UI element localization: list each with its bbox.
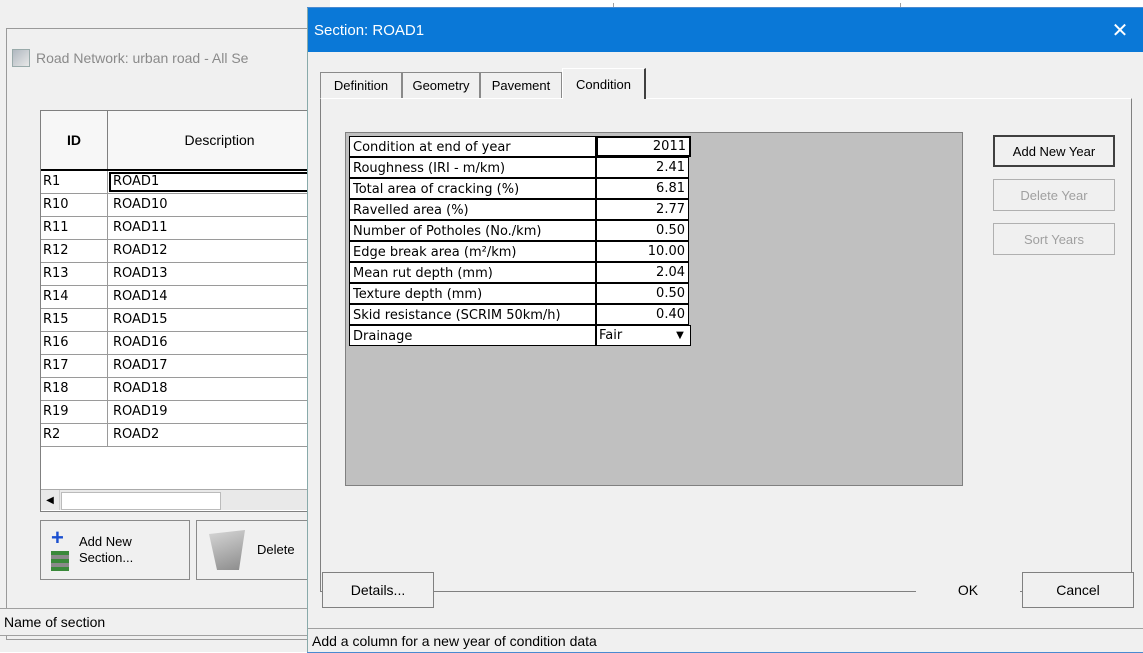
cell-id: R11 bbox=[43, 220, 69, 235]
drainage-select[interactable]: Fair ▼ bbox=[596, 325, 691, 346]
condition-data-area: Condition at end of year 2011 Roughness … bbox=[345, 132, 963, 486]
grid-rows: R1 ROAD1 R10 ROAD10 R11 ROAD11 R12 ROAD12 R1… bbox=[41, 171, 331, 447]
sections-grid[interactable]: ID Description R1 ROAD1 R10 ROAD10 R11 ROAD… bbox=[40, 110, 332, 512]
section-dialog: Section: ROAD1 ✕ Definition Geometry Pav… bbox=[308, 8, 1143, 652]
cell-description: ROAD2 bbox=[113, 427, 160, 442]
drainage-value: Fair bbox=[599, 328, 623, 343]
cell-description: ROAD14 bbox=[113, 289, 168, 304]
row-label: Roughness (IRI - m/km) bbox=[349, 157, 597, 178]
column-header-description[interactable]: Description bbox=[108, 111, 331, 169]
scroll-left-icon[interactable]: ◀ bbox=[41, 490, 60, 510]
cell-description: ROAD16 bbox=[113, 335, 168, 350]
delete-label: Delete bbox=[257, 542, 295, 557]
table-row[interactable]: R19 ROAD19 bbox=[41, 401, 331, 424]
add-road-icon: + bbox=[51, 527, 69, 571]
cell-description: ROAD12 bbox=[113, 243, 168, 258]
delete-year-button[interactable]: Delete Year bbox=[993, 179, 1115, 211]
add-section-label-line2: Section... bbox=[79, 550, 134, 565]
condition-tab-panel: Condition at end of year 2011 Roughness … bbox=[320, 98, 1132, 592]
cell-id: R12 bbox=[43, 243, 69, 258]
row-label: Number of Potholes (No./km) bbox=[349, 220, 597, 241]
cell-id: R18 bbox=[43, 381, 69, 396]
cancel-button[interactable]: Cancel bbox=[1022, 572, 1134, 608]
cell-id: R10 bbox=[43, 197, 69, 212]
add-new-section-button[interactable]: + Add New Section... bbox=[40, 520, 190, 580]
add-section-label: Add New Section... bbox=[79, 534, 133, 566]
cell-description: ROAD10 bbox=[113, 197, 168, 212]
cell-id: R1 bbox=[43, 174, 61, 189]
dialog-title: Section: ROAD1 bbox=[314, 21, 425, 39]
horizontal-scrollbar[interactable]: ◀ bbox=[41, 489, 331, 510]
cracking-field[interactable]: 6.81 bbox=[596, 178, 689, 199]
trash-icon bbox=[209, 530, 245, 570]
row-label: Mean rut depth (mm) bbox=[349, 262, 597, 283]
cell-description: ROAD18 bbox=[113, 381, 168, 396]
row-label: Skid resistance (SCRIM 50km/h) bbox=[349, 304, 597, 325]
cell-id: R14 bbox=[43, 289, 69, 304]
cell-id: R13 bbox=[43, 266, 69, 281]
ok-button[interactable]: OK bbox=[916, 572, 1020, 608]
row-label: Drainage bbox=[349, 325, 597, 346]
cell-description: ROAD17 bbox=[113, 358, 168, 373]
column-header-id[interactable]: ID bbox=[41, 111, 108, 169]
window-title-text: Road Network: urban road - All Se bbox=[36, 50, 249, 66]
cell-description: ROAD13 bbox=[113, 266, 168, 281]
cell-description[interactable]: ROAD1 bbox=[109, 172, 327, 192]
table-row[interactable]: R17 ROAD17 bbox=[41, 355, 331, 378]
cell-id: R16 bbox=[43, 335, 69, 350]
tab-condition[interactable]: Condition bbox=[562, 68, 646, 99]
cell-id: R15 bbox=[43, 312, 69, 327]
tab-definition[interactable]: Definition bbox=[320, 72, 402, 98]
dialog-status-bar: Add a column for a new year of condition… bbox=[308, 628, 1143, 653]
table-row[interactable]: R11 ROAD11 bbox=[41, 217, 331, 240]
ravelled-field[interactable]: 2.77 bbox=[596, 199, 689, 220]
status-text: Name of section bbox=[4, 614, 106, 630]
table-row[interactable]: R2 ROAD2 bbox=[41, 424, 331, 447]
cell-description: ROAD19 bbox=[113, 404, 168, 419]
chevron-down-icon[interactable]: ▼ bbox=[672, 328, 688, 343]
table-row[interactable]: R1 ROAD1 bbox=[41, 171, 331, 194]
add-section-label-line1: Add New bbox=[79, 534, 132, 549]
sort-years-button[interactable]: Sort Years bbox=[993, 223, 1115, 255]
cell-description: ROAD11 bbox=[113, 220, 168, 235]
tab-pavement[interactable]: Pavement bbox=[480, 72, 562, 98]
details-button[interactable]: Details... bbox=[322, 572, 434, 608]
table-row[interactable]: R10 ROAD10 bbox=[41, 194, 331, 217]
row-label: Total area of cracking (%) bbox=[349, 178, 597, 199]
cell-id: R2 bbox=[43, 427, 61, 442]
table-row[interactable]: R15 ROAD15 bbox=[41, 309, 331, 332]
add-new-year-button[interactable]: Add New Year bbox=[993, 135, 1115, 167]
cell-id: R19 bbox=[43, 404, 69, 419]
edge-break-field[interactable]: 10.00 bbox=[596, 241, 689, 262]
row-label: Ravelled area (%) bbox=[349, 199, 597, 220]
row-label: Texture depth (mm) bbox=[349, 283, 597, 304]
table-row[interactable]: R13 ROAD13 bbox=[41, 263, 331, 286]
close-icon[interactable]: ✕ bbox=[1097, 8, 1143, 52]
row-label: Edge break area (m²/km) bbox=[349, 241, 597, 262]
roughness-field[interactable]: 2.41 bbox=[596, 157, 689, 178]
road-network-title: Road Network: urban road - All Se bbox=[12, 46, 322, 70]
cell-description: ROAD15 bbox=[113, 312, 168, 327]
grid-header: ID Description bbox=[41, 111, 331, 171]
app-icon bbox=[12, 49, 30, 67]
dialog-status-text: Add a column for a new year of condition… bbox=[312, 633, 597, 649]
tab-geometry[interactable]: Geometry bbox=[402, 72, 480, 98]
scrollbar-thumb[interactable] bbox=[61, 492, 221, 510]
table-row[interactable]: R16 ROAD16 bbox=[41, 332, 331, 355]
table-row[interactable]: R14 ROAD14 bbox=[41, 286, 331, 309]
rut-depth-field[interactable]: 2.04 bbox=[596, 262, 689, 283]
potholes-field[interactable]: 0.50 bbox=[596, 220, 689, 241]
road-network-window: Road Network: urban road - All Se ID Des… bbox=[0, 0, 336, 652]
skid-resistance-field[interactable]: 0.40 bbox=[596, 304, 689, 325]
cell-id: R17 bbox=[43, 358, 69, 373]
dialog-titlebar[interactable]: Section: ROAD1 ✕ bbox=[308, 8, 1143, 52]
year-field[interactable]: 2011 bbox=[596, 136, 691, 157]
table-row[interactable]: R18 ROAD18 bbox=[41, 378, 331, 401]
row-label: Condition at end of year bbox=[349, 136, 597, 157]
status-bar: Name of section bbox=[0, 608, 334, 636]
texture-depth-field[interactable]: 0.50 bbox=[596, 283, 689, 304]
table-row[interactable]: R12 ROAD12 bbox=[41, 240, 331, 263]
